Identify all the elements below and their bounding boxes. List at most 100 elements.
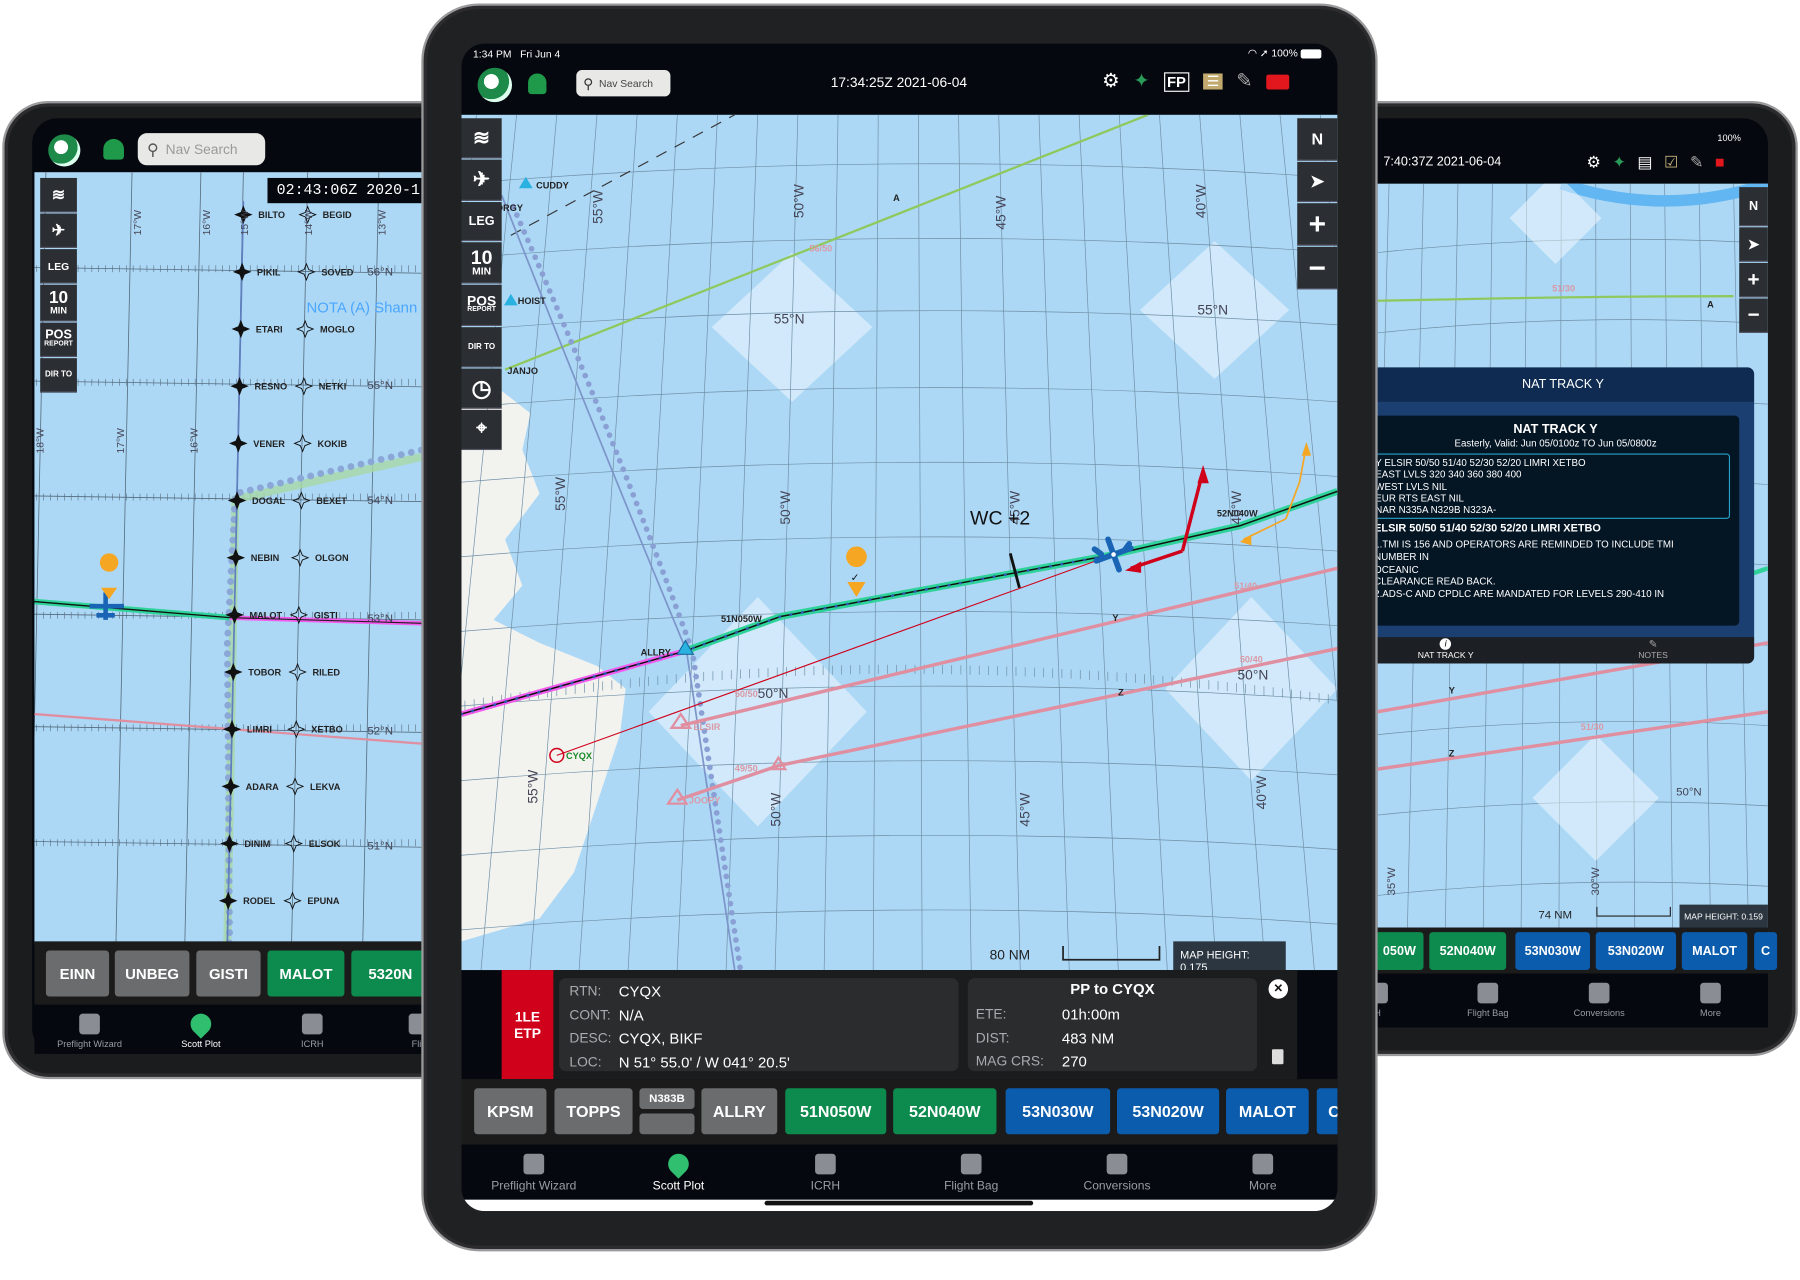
satellite-icon[interactable]: ✦ bbox=[1612, 153, 1625, 173]
waypoint-label[interactable]: CYQX bbox=[566, 751, 593, 761]
tab-item[interactable]: Conversions bbox=[1065, 1153, 1168, 1193]
route-waypoint-button[interactable]: MALOT bbox=[1681, 932, 1748, 971]
layers-button[interactable]: ≋ bbox=[461, 118, 502, 159]
waypoint-label[interactable]: GISTI bbox=[314, 610, 338, 620]
route-waypoint-button[interactable]: KPSM bbox=[474, 1088, 547, 1135]
tab-notes[interactable]: ✎ NOTES bbox=[1638, 638, 1668, 660]
right-map[interactable]: 51/30 A Y Z 51/30 50°N 35°W 30°W 74 NM M… bbox=[1377, 183, 1768, 928]
route-waypoint-button[interactable]: 5320N bbox=[351, 950, 430, 997]
clock-button[interactable]: ◷ bbox=[461, 368, 502, 409]
toolbox-icon[interactable]: ■ bbox=[1715, 153, 1725, 173]
tab-item[interactable]: ICRH bbox=[774, 1153, 877, 1193]
waypoint-label[interactable]: BEGID bbox=[323, 210, 352, 220]
flight-plan-icon[interactable]: ▤ bbox=[1637, 153, 1652, 173]
route-waypoint-button[interactable]: TOPPS bbox=[554, 1088, 633, 1135]
waypoint-icon[interactable] bbox=[295, 319, 315, 339]
waypoint-label[interactable]: ELSOK bbox=[309, 839, 341, 849]
tab-item[interactable]: Scott Plot bbox=[627, 1149, 730, 1193]
waypoint-label[interactable]: LIMRI bbox=[247, 725, 272, 735]
waypoint-label[interactable]: OLGON bbox=[315, 553, 349, 563]
north-up-button[interactable]: N bbox=[1297, 118, 1338, 161]
traffic-button[interactable]: ✈ bbox=[461, 159, 502, 201]
locate-button[interactable]: ➤ bbox=[1297, 161, 1338, 203]
dir-to-button[interactable]: DIR TO bbox=[461, 327, 502, 368]
route-waypoint-button[interactable]: 53N030W bbox=[1515, 932, 1590, 971]
waypoint-label[interactable]: JANJO bbox=[507, 366, 538, 376]
route-waypoint-button[interactable]: C bbox=[1316, 1088, 1338, 1135]
waypoint-label[interactable]: LEKVA bbox=[310, 782, 341, 792]
route-waypoint-button[interactable]: C bbox=[1754, 932, 1778, 971]
toolbox-icon[interactable] bbox=[1266, 74, 1290, 89]
zoom-out-button[interactable]: − bbox=[1739, 298, 1768, 333]
tab-item[interactable]: Scott Plot bbox=[149, 1009, 252, 1049]
route-waypoint-empty-slot[interactable] bbox=[639, 1113, 695, 1135]
waypoint-label[interactable]: BILTO bbox=[258, 210, 285, 220]
bell-icon[interactable] bbox=[528, 73, 547, 95]
waypoint-label[interactable]: BEXET bbox=[316, 496, 347, 506]
home-indicator[interactable] bbox=[764, 1200, 1034, 1206]
route-waypoint-button[interactable]: ALLRY bbox=[701, 1088, 778, 1135]
nav-search-input[interactable]: ⚲ Nav Search bbox=[137, 133, 266, 166]
route-waypoint-button[interactable]: MALOT bbox=[1226, 1088, 1309, 1135]
waypoint-label[interactable]: KOKIB bbox=[318, 439, 348, 449]
waypoint-label[interactable]: ELSIR bbox=[693, 722, 720, 732]
zoom-in-button[interactable]: + bbox=[1297, 203, 1338, 246]
trash-icon[interactable] bbox=[1271, 1049, 1284, 1065]
route-waypoint-button[interactable]: EINN bbox=[45, 950, 110, 997]
waypoint-label[interactable]: XETBO bbox=[311, 725, 343, 735]
ten-min-button[interactable]: 10 MIN bbox=[461, 242, 502, 284]
waypoint-label[interactable]: NEBIN bbox=[251, 553, 280, 563]
zoom-out-button[interactable]: − bbox=[1297, 246, 1338, 290]
waypoint-label[interactable]: SOVED bbox=[321, 267, 353, 277]
waypoint-icon[interactable] bbox=[229, 434, 248, 453]
north-up-button[interactable]: N bbox=[1739, 187, 1768, 227]
zoom-in-button[interactable]: + bbox=[1739, 262, 1768, 298]
leg-button[interactable]: LEG bbox=[40, 249, 77, 284]
dir-to-button[interactable]: DIR TO bbox=[40, 358, 77, 393]
waypoint-label[interactable]: 51N050W bbox=[721, 614, 762, 624]
waypoint-label[interactable]: ETARI bbox=[256, 324, 283, 334]
left-map[interactable]: BILTO BEGID PIKIL SOVED ETARI MOGLO RESNO NETKI… bbox=[34, 172, 431, 944]
globe-logo[interactable] bbox=[48, 134, 81, 167]
tab-item[interactable]: Preflight Wizard bbox=[38, 1013, 141, 1049]
satellite-icon[interactable]: ✦ bbox=[1133, 70, 1149, 93]
route-waypoint-button[interactable]: 53N020W bbox=[1595, 932, 1677, 971]
waypoint-label[interactable]: HOIST bbox=[518, 296, 546, 306]
checklist-icon[interactable]: ☰ bbox=[1203, 73, 1223, 90]
ten-min-button[interactable]: 10 MIN bbox=[40, 284, 77, 322]
traffic-button[interactable]: ✈ bbox=[40, 213, 77, 248]
waypoint-icon[interactable] bbox=[293, 434, 312, 453]
pencil-icon[interactable]: ✎ bbox=[1236, 70, 1252, 93]
waypoint-label[interactable]: JOOPY bbox=[689, 796, 721, 806]
tab-nat-info[interactable]: i NAT TRACK Y bbox=[1418, 638, 1474, 660]
waypoint-icon[interactable] bbox=[230, 376, 249, 396]
waypoint-icon[interactable] bbox=[220, 834, 239, 853]
route-waypoint-button[interactable]: GISTI bbox=[196, 950, 261, 997]
route-waypoint-button[interactable]: UNBEG bbox=[114, 950, 190, 997]
waypoint-label[interactable]: TOBOR bbox=[248, 667, 281, 677]
center-map[interactable]: ✓ CUDDY ORGY HOIST JANJO ALLRY 51N050W 52N040W… bbox=[461, 114, 1338, 971]
nav-search-input[interactable]: ⚲ Nav Search bbox=[576, 70, 671, 97]
route-waypoint-button[interactable]: 52N040W bbox=[1429, 932, 1507, 971]
pos-report-button[interactable]: POS REPORT bbox=[461, 284, 502, 327]
route-waypoint-button[interactable]: N383B bbox=[639, 1088, 695, 1109]
waypoint-label[interactable]: VENER bbox=[253, 439, 285, 449]
tab-item[interactable]: Conversions bbox=[1548, 982, 1651, 1018]
checklist-icon[interactable]: ☑ bbox=[1664, 153, 1678, 173]
waypoint-label[interactable]: RODEL bbox=[243, 896, 275, 906]
waypoint-label[interactable]: ALLRY bbox=[641, 648, 671, 658]
route-waypoint-button[interactable]: MALOT bbox=[267, 950, 345, 997]
waypoint-icon[interactable] bbox=[231, 319, 251, 339]
waypoint-label[interactable]: CUDDY bbox=[536, 180, 569, 190]
layers-button[interactable]: ≋ bbox=[40, 177, 77, 213]
waypoint-icon[interactable] bbox=[218, 891, 238, 910]
waypoint-label[interactable]: NETKI bbox=[319, 382, 347, 392]
tab-item[interactable]: More bbox=[1659, 982, 1762, 1018]
pin-button[interactable]: ⌖ bbox=[461, 409, 502, 451]
waypoint-label[interactable]: DOGAL bbox=[252, 496, 286, 506]
tab-item[interactable]: ICRH bbox=[261, 1013, 364, 1049]
close-button[interactable]: ✕ bbox=[1268, 979, 1289, 999]
leg-button[interactable]: LEG bbox=[461, 202, 502, 242]
gear-icon[interactable]: ⚙ bbox=[1587, 153, 1601, 173]
waypoint-label[interactable]: PIKIL bbox=[257, 267, 281, 277]
